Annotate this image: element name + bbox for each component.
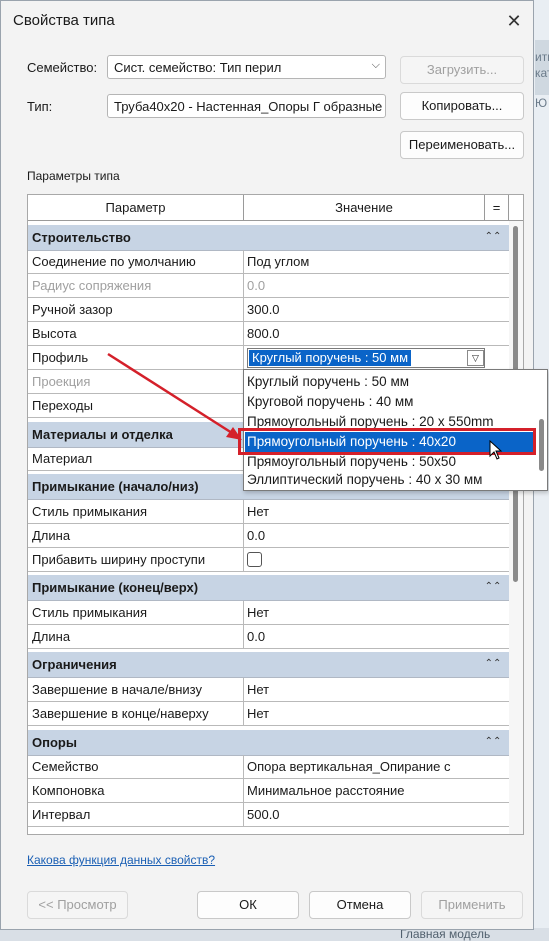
mouse-cursor-icon [489,440,503,460]
annotation-arrow-icon [107,352,242,440]
